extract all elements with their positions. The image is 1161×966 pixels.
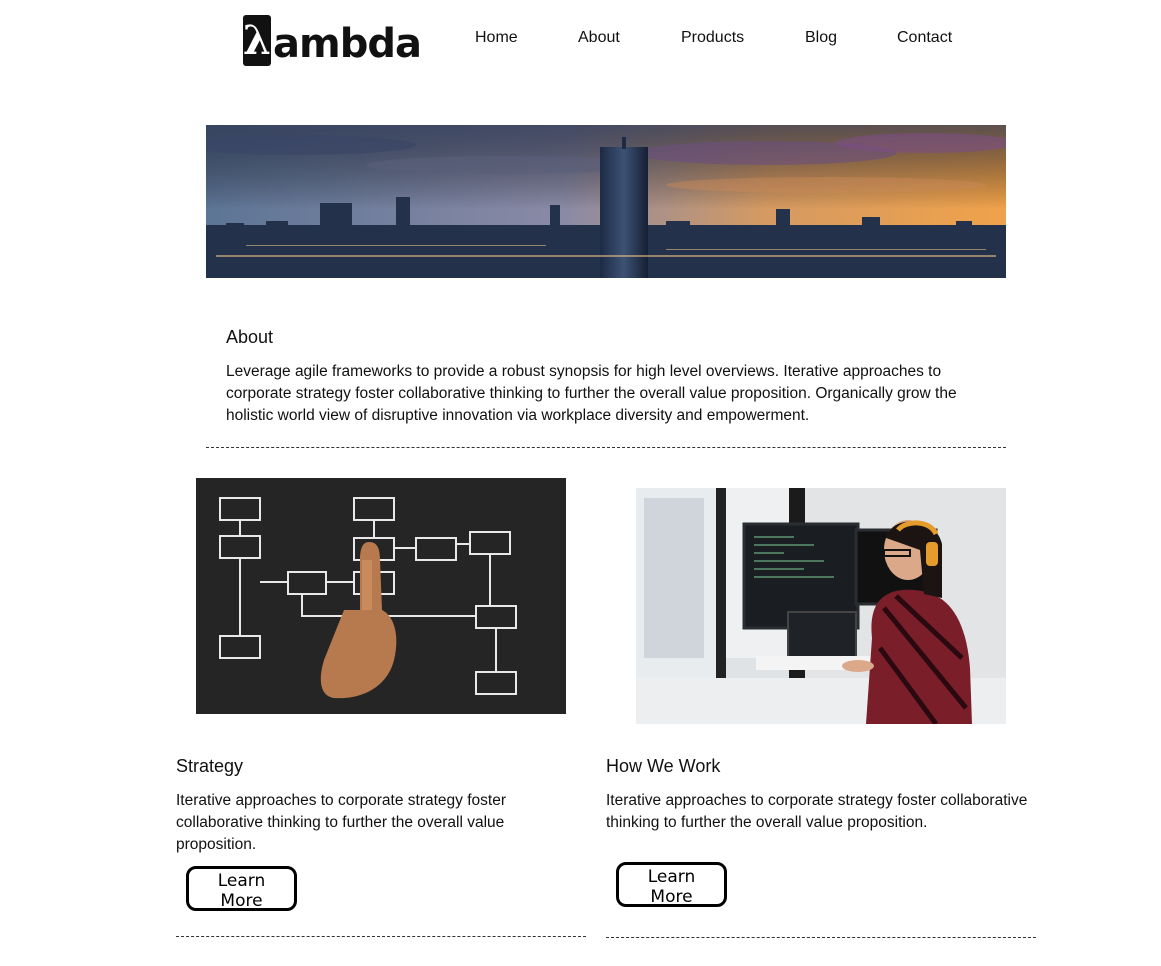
logo-wordmark: ambda xyxy=(273,21,422,67)
nav-products[interactable]: Products xyxy=(681,29,744,47)
pointing-hand-icon xyxy=(320,542,397,699)
about-heading: About xyxy=(226,327,274,347)
about-text: Leverage agile frameworks to provide a r… xyxy=(226,363,957,424)
nav-contact[interactable]: Contact xyxy=(897,29,952,47)
nav-about[interactable]: About xyxy=(578,29,620,47)
lambda-logo[interactable]: λ ambda xyxy=(243,13,422,66)
strategy-flowchart-image xyxy=(196,478,566,714)
section-divider xyxy=(206,447,1006,448)
nav-blog[interactable]: Blog xyxy=(805,29,837,47)
how-we-work-learn-more-button[interactable]: Learn More xyxy=(616,862,727,907)
nav-home[interactable]: Home xyxy=(475,29,518,47)
strategy-text: Iterative approaches to corporate strate… xyxy=(176,792,506,853)
strategy-learn-more-button[interactable]: Learn More xyxy=(186,866,297,911)
strategy-heading: Strategy xyxy=(176,756,244,776)
hero-skyline-image xyxy=(206,125,1006,278)
how-we-work-text: Iterative approaches to corporate strate… xyxy=(606,792,1028,831)
card-divider xyxy=(176,936,586,937)
how-we-work-office-image xyxy=(636,488,1006,724)
card-divider xyxy=(606,937,1036,938)
how-we-work-heading: How We Work xyxy=(606,756,721,776)
lambda-logo-icon: λ xyxy=(243,15,272,66)
